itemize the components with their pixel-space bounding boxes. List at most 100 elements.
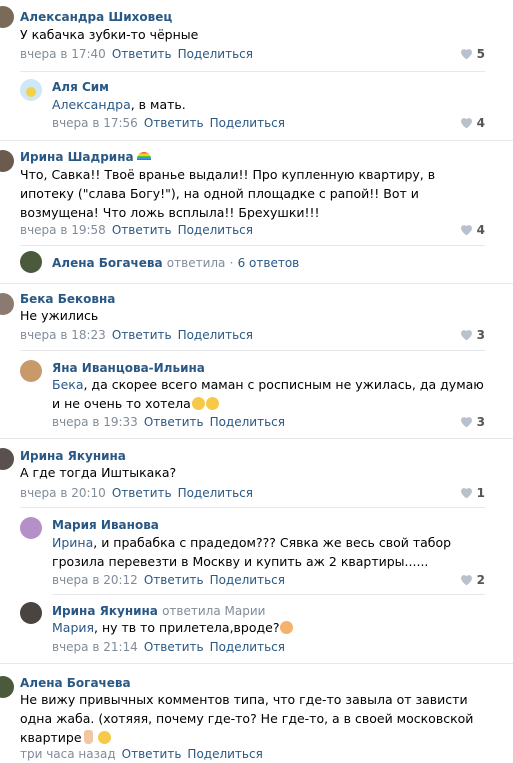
timestamp[interactable]: вчера в 21:14	[52, 640, 138, 654]
like-button[interactable]: 5	[460, 47, 485, 61]
share-button[interactable]: Поделиться	[178, 47, 253, 61]
share-button[interactable]: Поделиться	[178, 486, 253, 500]
reply-button[interactable]: Ответить	[112, 486, 172, 500]
comment-text: Ирина, и прабабка с прадедом??? Сявка же…	[52, 533, 487, 571]
avatar[interactable]	[0, 6, 14, 28]
comment-body: , в мать.	[130, 97, 186, 112]
comment-body: , да скорее всего маман с росписным не у…	[52, 377, 484, 411]
reply-target: ответила Марии	[162, 604, 266, 618]
share-button[interactable]: Поделиться	[210, 415, 285, 429]
comment-meta: вчера в 20:10 Ответить Поделиться	[20, 486, 253, 500]
like-button[interactable]: 4	[460, 223, 485, 237]
share-button[interactable]: Поделиться	[210, 640, 285, 654]
mention-link[interactable]: Бека	[52, 377, 83, 392]
comment: Бека Бековна Не ужились вчера в 18:23 Отв…	[0, 284, 513, 350]
like-button[interactable]: 3	[460, 328, 485, 342]
author-name[interactable]: Бека Бековна	[20, 292, 115, 306]
share-button[interactable]: Поделиться	[187, 747, 262, 761]
mention-link[interactable]: Александра	[52, 97, 131, 112]
author-name[interactable]: Мария Иванова	[52, 518, 159, 532]
mention-link[interactable]: Мария	[52, 620, 94, 635]
avatar[interactable]	[0, 293, 14, 315]
replies-count[interactable]: 6 ответов	[238, 256, 300, 270]
comment-body: , ну тв то прилетела,вроде?	[94, 620, 280, 635]
avatar[interactable]	[20, 79, 42, 101]
reply-button[interactable]: Ответить	[144, 573, 204, 587]
grimacing-emoji-icon	[97, 731, 111, 744]
reply-button[interactable]: Ответить	[144, 640, 204, 654]
heart-icon	[460, 330, 472, 341]
like-button[interactable]: 2	[460, 573, 485, 587]
like-count: 3	[476, 328, 485, 342]
comment-text: Что, Савка!! Твоё вранье выдали!! Про ку…	[20, 167, 436, 220]
author-name-text: Ирина Шадрина	[20, 150, 134, 164]
comment-meta: вчера в 17:56 Ответить Поделиться	[52, 116, 285, 130]
avatar[interactable]	[20, 360, 42, 382]
mention-link[interactable]: Ирина	[52, 535, 93, 550]
timestamp[interactable]: три часа назад	[20, 747, 116, 761]
author-name[interactable]: Алена Богачева	[20, 676, 131, 690]
heart-icon	[460, 575, 472, 586]
share-button[interactable]: Поделиться	[210, 573, 285, 587]
reply-button[interactable]: Ответить	[112, 47, 172, 61]
comment-meta: вчера в 17:40 Ответить Поделиться	[20, 47, 253, 61]
timestamp[interactable]: вчера в 19:58	[20, 223, 106, 237]
reply-button[interactable]: Ответить	[144, 415, 204, 429]
timestamp[interactable]: вчера в 20:12	[52, 573, 138, 587]
like-count: 3	[476, 415, 485, 429]
timestamp[interactable]: вчера в 17:40	[20, 47, 106, 61]
timestamp[interactable]: вчера в 19:33	[52, 415, 138, 429]
thread-author-name: Алена Богачева	[52, 256, 163, 270]
heart-icon	[460, 225, 472, 236]
like-count: 5	[476, 47, 485, 61]
avatar[interactable]	[0, 150, 14, 172]
comment-meta: вчера в 19:33 Ответить Поделиться	[52, 415, 285, 429]
like-button[interactable]: 1	[460, 486, 485, 500]
author-name[interactable]: Александра Шиховец	[20, 10, 172, 24]
princess-emoji-icon	[280, 621, 294, 634]
sun-icon	[26, 87, 36, 97]
author-name[interactable]: Ирина Якунина ответила Марии	[52, 604, 265, 618]
sneezing-emoji-icon	[191, 397, 205, 410]
share-button[interactable]: Поделиться	[178, 223, 253, 237]
thread-action: ответила	[166, 256, 226, 270]
like-count: 4	[476, 223, 485, 237]
comment-reply: Аля Сим Александра, в мать. вчера в 17:5…	[0, 72, 513, 140]
heart-icon	[460, 49, 472, 60]
author-name[interactable]: Аля Сим	[52, 80, 109, 94]
heart-icon	[460, 118, 472, 129]
thread-dot: ·	[229, 256, 234, 270]
replies-thread-link[interactable]: Алена Богачева ответила · 6 ответов	[0, 246, 513, 282]
share-button[interactable]: Поделиться	[210, 116, 285, 130]
timestamp[interactable]: вчера в 17:56	[52, 116, 138, 130]
avatar[interactable]	[0, 448, 14, 470]
comment-meta: вчера в 20:12 Ответить Поделиться	[52, 573, 285, 587]
like-button[interactable]: 4	[460, 116, 485, 130]
avatar[interactable]	[20, 517, 42, 539]
timestamp[interactable]: вчера в 18:23	[20, 328, 106, 342]
like-button[interactable]: 3	[460, 415, 485, 429]
like-count: 2	[476, 573, 485, 587]
comment-text: Александра, в мать.	[52, 95, 186, 114]
avatar	[20, 251, 42, 273]
like-count: 1	[476, 486, 485, 500]
avatar[interactable]	[20, 602, 42, 624]
author-name[interactable]: Яна Иванцова-Ильина	[52, 361, 205, 375]
heart-icon	[460, 417, 472, 428]
share-button[interactable]: Поделиться	[178, 328, 253, 342]
reply-button[interactable]: Ответить	[112, 223, 172, 237]
comment: Александра Шиховец У кабачка зубки-то чё…	[0, 0, 513, 72]
author-name[interactable]: Ирина Шадрина	[20, 150, 151, 164]
pointing-up-emoji-icon	[83, 730, 93, 744]
timestamp[interactable]: вчера в 20:10	[20, 486, 106, 500]
author-name[interactable]: Ирина Якунина	[20, 449, 126, 463]
comment-reply: Ирина Якунина ответила Марии Мария, ну т…	[0, 595, 513, 661]
reply-button[interactable]: Ответить	[122, 747, 182, 761]
comment-meta: вчера в 18:23 Ответить Поделиться	[20, 328, 253, 342]
avatar[interactable]	[0, 676, 14, 698]
reply-button[interactable]: Ответить	[112, 328, 172, 342]
heart-icon	[460, 488, 472, 499]
comment-text: Мария, ну тв то прилетела,вроде?	[52, 618, 294, 637]
comment-meta: три часа назад Ответить Поделиться	[20, 747, 263, 761]
reply-button[interactable]: Ответить	[144, 116, 204, 130]
